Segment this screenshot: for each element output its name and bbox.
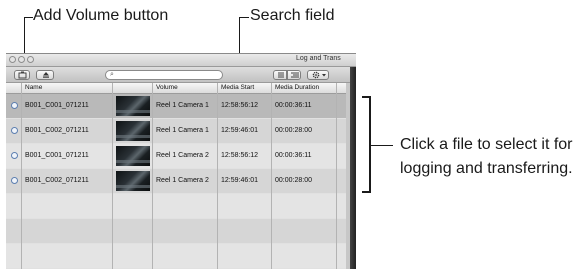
column-divider	[112, 83, 113, 269]
clip-volume: Reel 1 Camera 1	[156, 127, 209, 134]
table-header: Name Volume Media Start Media Duration	[6, 83, 346, 94]
column-view-icon	[291, 72, 299, 78]
column-divider	[21, 83, 22, 269]
column-header-media-start[interactable]: Media Start	[221, 84, 254, 92]
clip-thumbnail	[116, 121, 150, 141]
rows-bracket-tick	[371, 145, 393, 146]
close-window-icon[interactable]	[9, 56, 16, 63]
add-volume-button[interactable]	[14, 70, 30, 80]
action-menu-button[interactable]	[307, 70, 329, 80]
gear-icon	[312, 71, 326, 79]
clip-media-start: 12:58:56:12	[221, 102, 258, 109]
empty-row	[6, 219, 346, 243]
clip-media-duration: 00:00:28:00	[275, 177, 312, 184]
row-status-icon	[11, 127, 18, 134]
search-field-callout: Search field	[250, 7, 335, 24]
table-row[interactable]: B001_C001_071211 Reel 1 Camera 2 12:58:5…	[6, 144, 346, 168]
clip-name: B001_C001_071211	[25, 102, 89, 109]
window-titlebar: Log and Trans	[6, 54, 356, 67]
clip-media-duration: 00:00:36:11	[275, 152, 312, 159]
window-title: Log and Trans	[296, 55, 341, 62]
magnifier-icon: ⌕	[110, 71, 114, 78]
column-divider	[271, 83, 272, 269]
clip-name: B001_C002_071211	[25, 127, 89, 134]
clip-media-start: 12:59:46:01	[221, 177, 258, 184]
add-volume-callout: Add Volume button	[33, 7, 169, 24]
row-status-icon	[11, 152, 18, 159]
clip-thumbnail	[116, 146, 150, 166]
add-volume-leader-h	[24, 17, 33, 18]
select-note-line2: logging and transferring.	[400, 160, 573, 177]
column-divider	[217, 83, 218, 269]
browser-toolbar: ⌕	[6, 67, 350, 83]
select-note-line1: Click a file to select it for	[400, 136, 573, 153]
clip-volume: Reel 1 Camera 1	[156, 102, 209, 109]
column-header-volume[interactable]: Volume	[156, 84, 178, 92]
eject-icon	[43, 72, 49, 78]
rows-bracket-top	[362, 96, 370, 98]
log-and-transfer-window: Log and Trans ⌕ Name Volume Media Start …	[6, 53, 356, 269]
minimize-window-icon[interactable]	[18, 56, 25, 63]
rows-bracket-bottom	[362, 191, 370, 193]
clip-name: B001_C001_071211	[25, 152, 89, 159]
table-row[interactable]: B001_C001_071211 Reel 1 Camera 1 12:58:5…	[6, 94, 346, 118]
list-view-icon	[278, 72, 284, 78]
clip-media-start: 12:58:56:12	[221, 152, 258, 159]
row-status-icon	[11, 177, 18, 184]
search-field[interactable]: ⌕	[105, 70, 223, 80]
column-divider	[152, 83, 153, 269]
list-view-button[interactable]	[273, 70, 287, 80]
clip-volume: Reel 1 Camera 2	[156, 177, 209, 184]
clip-media-start: 12:59:46:01	[221, 127, 258, 134]
zoom-window-icon[interactable]	[27, 56, 34, 63]
clip-volume: Reel 1 Camera 2	[156, 152, 209, 159]
table-row[interactable]: B001_C002_071211 Reel 1 Camera 2 12:59:4…	[6, 169, 346, 193]
add-volume-icon	[18, 71, 27, 79]
column-divider	[336, 83, 337, 269]
clip-thumbnail	[116, 96, 150, 116]
clip-name: B001_C002_071211	[25, 177, 89, 184]
clip-table: Name Volume Media Start Media Duration B…	[6, 83, 346, 269]
clip-media-duration: 00:00:36:11	[275, 102, 312, 109]
clip-media-duration: 00:00:28:00	[275, 127, 312, 134]
eject-volume-button[interactable]	[36, 70, 54, 80]
empty-row	[6, 244, 346, 268]
empty-row	[6, 194, 346, 218]
table-row[interactable]: B001_C002_071211 Reel 1 Camera 1 12:59:4…	[6, 119, 346, 143]
column-header-name[interactable]: Name	[25, 84, 42, 92]
window-divider	[350, 67, 356, 269]
search-leader-h	[239, 17, 249, 18]
icon-view-button[interactable]	[287, 70, 301, 80]
column-header-media-duration[interactable]: Media Duration	[275, 84, 319, 92]
row-status-icon	[11, 102, 18, 109]
clip-thumbnail	[116, 171, 150, 191]
